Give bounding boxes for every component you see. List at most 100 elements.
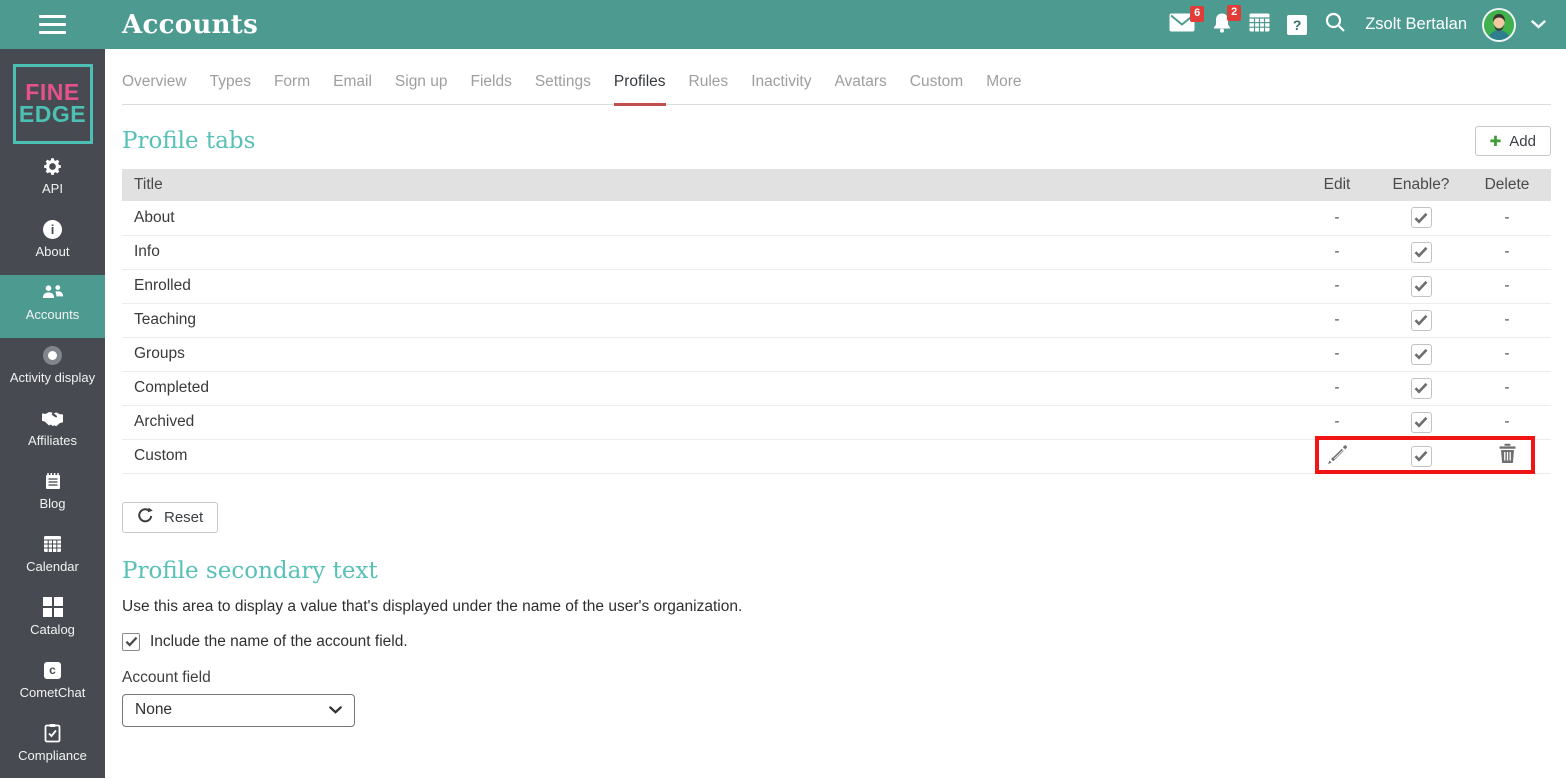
sidebar-item-api[interactable]: API [0, 149, 105, 212]
edit-cell: - [1295, 371, 1379, 406]
tab-types[interactable]: Types [210, 60, 251, 105]
tab-email[interactable]: Email [333, 60, 372, 105]
top-bar-actions: 6 2 ? Zsolt Bertalan [1169, 4, 1566, 40]
table-row: Info - - [122, 235, 1551, 270]
enable-checkbox[interactable] [1410, 275, 1432, 297]
tab-inactivity[interactable]: Inactivity [751, 60, 811, 105]
table-row: Completed - - [122, 371, 1551, 406]
enable-checkbox[interactable] [1410, 241, 1432, 263]
sidebar-item-label: Catalog [30, 622, 75, 637]
user-menu-button[interactable] [1531, 16, 1546, 34]
tab-custom[interactable]: Custom [910, 60, 963, 105]
edit-dash: - [1334, 243, 1340, 260]
sidebar-item-catalog[interactable]: Catalog [0, 590, 105, 653]
sidebar-item-cometchat[interactable]: c CometChat [0, 653, 105, 716]
sidebar-nav: API i About Accounts Activity display Affilia… [0, 149, 105, 779]
enable-checkbox[interactable] [1410, 377, 1432, 399]
edit-dash: - [1334, 345, 1340, 362]
table-row: Groups - - [122, 337, 1551, 372]
pencil-icon [1325, 444, 1349, 468]
help-button[interactable]: ? [1287, 14, 1308, 35]
delete-dash: - [1504, 311, 1510, 328]
table-grid-icon [1249, 13, 1270, 37]
delete-dash: - [1504, 345, 1510, 362]
delete-cell: - [1463, 201, 1551, 236]
logo[interactable]: FINE EDGE [12, 64, 93, 144]
reset-button[interactable]: Reset [122, 501, 219, 533]
sidebar-item-label: Blog [39, 496, 66, 511]
messages-badge: 6 [1190, 5, 1205, 22]
include-account-field-checkbox[interactable] [122, 632, 140, 651]
enable-cell [1379, 201, 1463, 236]
edit-cell: - [1295, 303, 1379, 338]
enable-cell [1379, 371, 1463, 406]
tab-form[interactable]: Form [274, 60, 310, 105]
enable-cell [1379, 235, 1463, 270]
search-icon [1324, 11, 1346, 38]
sidebar-item-affiliates[interactable]: Affiliates [0, 401, 105, 464]
sidebar-item-label: Compliance [18, 748, 87, 763]
delete-cell: - [1463, 269, 1551, 304]
edit-cell: - [1295, 235, 1379, 270]
tab-rules[interactable]: Rules [689, 60, 729, 105]
tab-avatars[interactable]: Avatars [835, 60, 887, 105]
hamburger-menu-button[interactable] [0, 15, 105, 34]
info-icon: i [0, 216, 105, 242]
tab-settings[interactable]: Settings [535, 60, 591, 105]
sidebar-item-activity-display[interactable]: Activity display [0, 338, 105, 401]
search-button[interactable] [1324, 11, 1346, 38]
profile-tabs-table: Title Edit Enable? Delete About - - Info - - Enro… [122, 169, 1551, 474]
sidebar-item-calendar[interactable]: Calendar [0, 527, 105, 590]
sidebar-item-accounts[interactable]: Accounts [0, 275, 105, 338]
delete-cell: - [1463, 337, 1551, 372]
sidebar-item-label: About [35, 244, 70, 259]
column-header-enable-: Enable? [1379, 169, 1463, 201]
notifications-button[interactable]: 2 [1212, 4, 1242, 38]
tab-fields[interactable]: Fields [470, 60, 511, 105]
enable-checkbox[interactable] [1410, 207, 1432, 229]
clipboard-check-icon [0, 720, 105, 746]
tab-sign-up[interactable]: Sign up [395, 60, 448, 105]
tab-overview[interactable]: Overview [122, 60, 187, 105]
column-header-delete: Delete [1463, 169, 1551, 201]
row-title: Enrolled [122, 269, 1295, 304]
tab-bar: Overview Types Form Email Sign up Fields Setti… [122, 60, 1551, 106]
calendar-icon [0, 531, 105, 557]
user-name[interactable]: Zsolt Bertalan [1365, 15, 1467, 34]
cometchat-icon: c [0, 657, 105, 683]
sidebar-item-compliance[interactable]: Compliance [0, 716, 105, 779]
edit-button[interactable] [1325, 443, 1349, 465]
enable-cell [1379, 439, 1463, 474]
trash-icon [1498, 443, 1517, 467]
enable-checkbox[interactable] [1410, 411, 1432, 433]
messages-button[interactable]: 6 [1169, 5, 1205, 37]
avatar[interactable] [1484, 9, 1514, 40]
delete-dash: - [1504, 208, 1510, 226]
sidebar-item-blog[interactable]: Blog [0, 464, 105, 527]
enable-cell [1379, 269, 1463, 304]
delete-dash: - [1504, 379, 1510, 396]
table-row: Custom [122, 439, 1551, 474]
sidebar: FINE EDGE API i About Accounts Activity disp… [0, 49, 105, 778]
tab-profiles[interactable]: Profiles [613, 60, 666, 106]
enable-checkbox[interactable] [1410, 445, 1432, 467]
sidebar-item-label: Activity display [9, 370, 96, 385]
account-field-select[interactable]: None [122, 693, 355, 727]
sidebar-item-label: Calendar [26, 559, 79, 574]
delete-button[interactable] [1498, 443, 1517, 464]
delete-dash: - [1504, 243, 1510, 260]
tab-more[interactable]: More [986, 60, 1021, 105]
delete-cell [1463, 439, 1551, 474]
enable-checkbox[interactable] [1410, 309, 1432, 331]
delete-dash: - [1504, 277, 1510, 294]
account-field-label: Account field [122, 668, 211, 686]
apps-grid-button[interactable] [1249, 13, 1270, 37]
table-header-row: Title Edit Enable? Delete [122, 169, 1551, 201]
edit-cell: - [1295, 337, 1379, 372]
sidebar-item-about[interactable]: i About [0, 212, 105, 275]
enable-checkbox[interactable] [1410, 343, 1432, 365]
edit-dash: - [1334, 311, 1340, 328]
add-button[interactable]: ✚ Add [1474, 126, 1551, 156]
column-header-title: Title [122, 169, 1295, 201]
plus-icon: ✚ [1489, 133, 1502, 149]
